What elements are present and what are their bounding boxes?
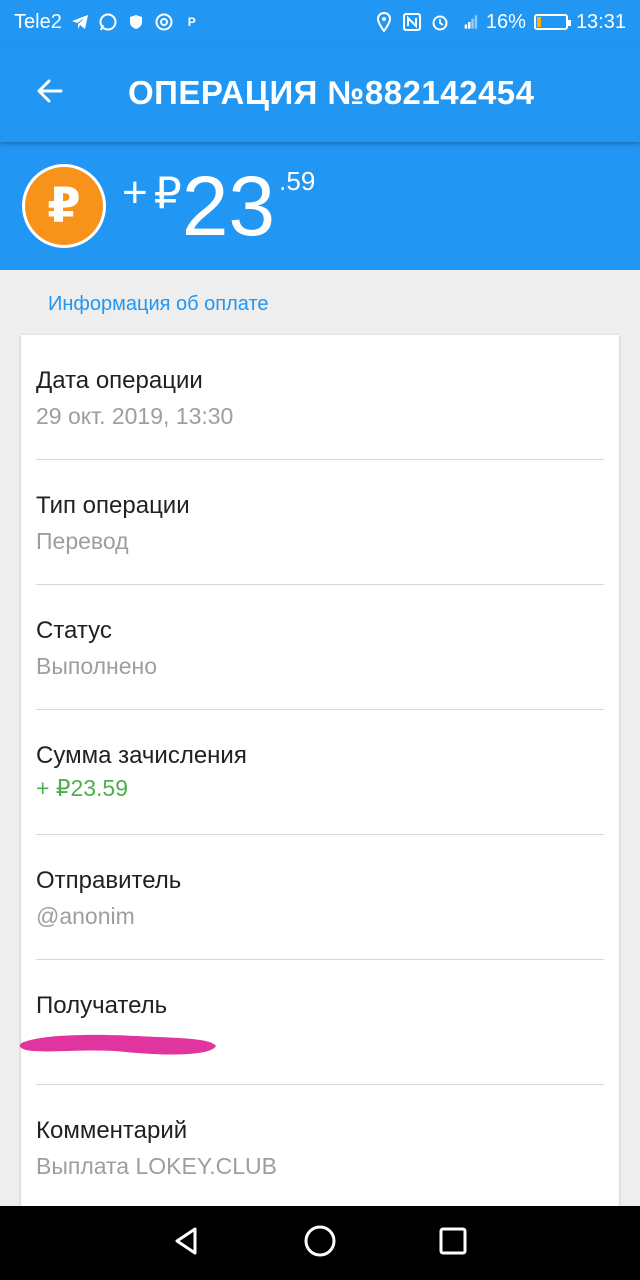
amount-currency: ₽ [153, 169, 182, 218]
status-left: Tele2 P [14, 11, 202, 34]
row-value: @anonim [36, 903, 135, 929]
row-label: Отправитель [36, 867, 182, 894]
row-label: Дата операции [36, 367, 203, 394]
nav-back-button[interactable] [157, 1213, 217, 1273]
payment-info-card: Дата операции 29 окт. 2019, 13:30 Тип оп… [21, 335, 619, 1215]
section-title: Информация об оплате [48, 293, 269, 315]
status-bar: Tele2 P 16% 13:31 [0, 0, 640, 44]
status-right: 16% 13:31 [374, 11, 626, 34]
coin-symbol: ₽ [47, 180, 81, 233]
row-sender: Отправитель @anonim [36, 835, 604, 960]
row-value: + ₽23.59 [36, 775, 129, 801]
row-type: Тип операции Перевод [36, 460, 604, 585]
row-value: 29 окт. 2019, 13:30 [36, 403, 234, 429]
whatsapp-icon [98, 12, 118, 32]
row-recipient: Получатель [36, 960, 604, 1085]
back-button[interactable] [0, 44, 100, 142]
row-comment: Комментарий Выплата LOKEY.CLUB [36, 1085, 604, 1210]
row-label: Получатель [36, 992, 168, 1019]
nfc-icon [402, 12, 422, 32]
arrow-left-icon [35, 76, 65, 111]
row-value: Выплата LOKEY.CLUB [36, 1153, 277, 1179]
alarm-icon [430, 12, 450, 32]
ruble-coin-icon: ₽ [22, 164, 106, 248]
back-triangle-icon [171, 1225, 203, 1262]
row-label: Сумма зачисления [36, 742, 247, 769]
battery-percent: 16% [485, 10, 526, 33]
nav-recents-button[interactable] [423, 1213, 483, 1273]
signal-icon [458, 12, 478, 32]
amount-header: ₽ + ₽ 23 .59 [0, 142, 640, 270]
p-notification-icon: P [187, 15, 196, 29]
battery-icon [533, 14, 571, 30]
at-icon [154, 12, 174, 32]
home-circle-icon [303, 1224, 337, 1263]
row-status: Статус Выполнено [36, 585, 604, 710]
system-nav-bar [0, 1206, 640, 1280]
row-label: Комментарий [36, 1117, 188, 1144]
amount-sign: + [122, 168, 148, 217]
telegram-icon [70, 12, 90, 32]
row-label: Тип операции [36, 492, 190, 519]
location-icon [374, 12, 394, 32]
row-label: Статус [36, 617, 112, 644]
row-value: Перевод [36, 528, 129, 554]
row-date: Дата операции 29 окт. 2019, 13:30 [36, 335, 604, 460]
clock: 13:31 [575, 10, 626, 33]
amount-cents: .59 [279, 166, 316, 196]
nav-home-button[interactable] [290, 1213, 350, 1273]
recents-square-icon [438, 1226, 468, 1261]
shield-icon [126, 12, 146, 32]
row-value: Выполнено [36, 653, 158, 679]
row-credited-amount: Сумма зачисления + ₽23.59 [36, 710, 604, 835]
page-title: ОПЕРАЦИЯ №882142454 [128, 74, 535, 111]
amount-main: 23 [181, 159, 276, 253]
carrier-label: Tele2 [14, 10, 62, 33]
app-bar: ОПЕРАЦИЯ №882142454 [0, 44, 640, 142]
amount-display: + ₽ 23 .59 [122, 150, 315, 248]
